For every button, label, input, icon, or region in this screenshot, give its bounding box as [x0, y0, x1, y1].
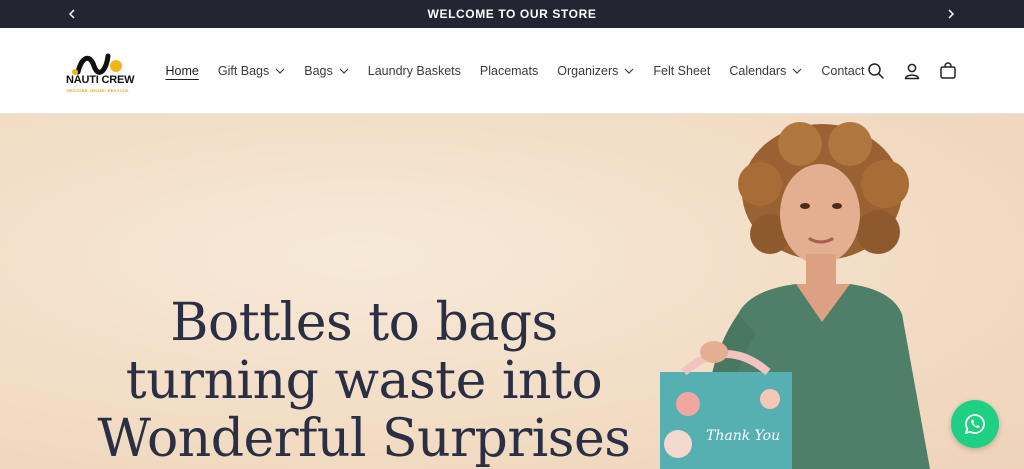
- nav-item-laundry-baskets[interactable]: Laundry Baskets: [358, 64, 470, 78]
- chevron-down-icon: [624, 66, 634, 76]
- account-button[interactable]: [894, 53, 930, 89]
- nav-item-label: Home: [165, 64, 199, 78]
- hero-headline-line: turning waste into: [125, 351, 603, 411]
- nav-item-label: Bags: [304, 64, 333, 78]
- hero-banner[interactable]: Bottles to bags turning waste into Wonde…: [0, 114, 1024, 469]
- nav-item-bags[interactable]: Bags: [295, 64, 359, 78]
- hero-headline: Bottles to bags turning waste into Wonde…: [84, 294, 644, 468]
- logo-brand-text: NAUTI CREW: [66, 74, 135, 86]
- search-icon: [868, 63, 884, 79]
- account-icon: [904, 63, 920, 80]
- cart-button[interactable]: [930, 53, 966, 89]
- chevron-left-icon: [68, 9, 75, 19]
- search-button[interactable]: [858, 53, 894, 89]
- nav-item-organizers[interactable]: Organizers: [548, 64, 644, 78]
- nav-item-label: Placemats: [479, 64, 539, 78]
- gift-bag-text: Thank You: [706, 428, 780, 444]
- whatsapp-icon: [964, 414, 985, 435]
- announcement-prev-button[interactable]: [58, 0, 86, 28]
- announcement-next-button[interactable]: [937, 0, 965, 28]
- hero-headline-line: Bottles to bags: [170, 293, 558, 353]
- nav-item-label: Organizers: [557, 64, 619, 78]
- announcement-text: WELCOME TO OUR STORE: [427, 7, 597, 21]
- nav-item-label: Laundry Baskets: [367, 64, 461, 78]
- nav-item-label: Felt Sheet: [653, 64, 711, 78]
- model-with-gift-bag-image: Thank You: [660, 122, 930, 469]
- nav-item-felt-sheet[interactable]: Felt Sheet: [644, 64, 720, 78]
- whatsapp-chat-button[interactable]: [951, 400, 999, 448]
- nav-item-home[interactable]: Home: [156, 64, 208, 78]
- nav-item-calendars[interactable]: Calendars: [720, 64, 812, 78]
- nav-item-gift-bags[interactable]: Gift Bags: [208, 64, 294, 78]
- cart-icon: [940, 62, 956, 79]
- logo[interactable]: NAUTI CREW RESTORE. REUSE. RECYCLE.: [64, 48, 140, 98]
- logo-mark-icon: [72, 53, 122, 75]
- logo-tagline: RESTORE. REUSE. RECYCLE.: [67, 88, 130, 93]
- chevron-down-icon: [339, 66, 349, 76]
- main-nav: Home Gift Bags Bags Laundry Baskets Plac…: [156, 28, 874, 114]
- nav-item-label: Gift Bags: [217, 64, 270, 78]
- chevron-down-icon: [275, 66, 285, 76]
- announcement-bar: WELCOME TO OUR STORE: [0, 0, 1024, 28]
- hero-headline-line: Wonderful Surprises: [97, 409, 631, 469]
- chevron-down-icon: [792, 66, 802, 76]
- header-icons: [858, 28, 966, 114]
- nav-item-label: Calendars: [729, 64, 787, 78]
- nav-item-placemats[interactable]: Placemats: [470, 64, 547, 78]
- chevron-right-icon: [948, 9, 955, 19]
- site-header: NAUTI CREW RESTORE. REUSE. RECYCLE. Home…: [0, 28, 1024, 114]
